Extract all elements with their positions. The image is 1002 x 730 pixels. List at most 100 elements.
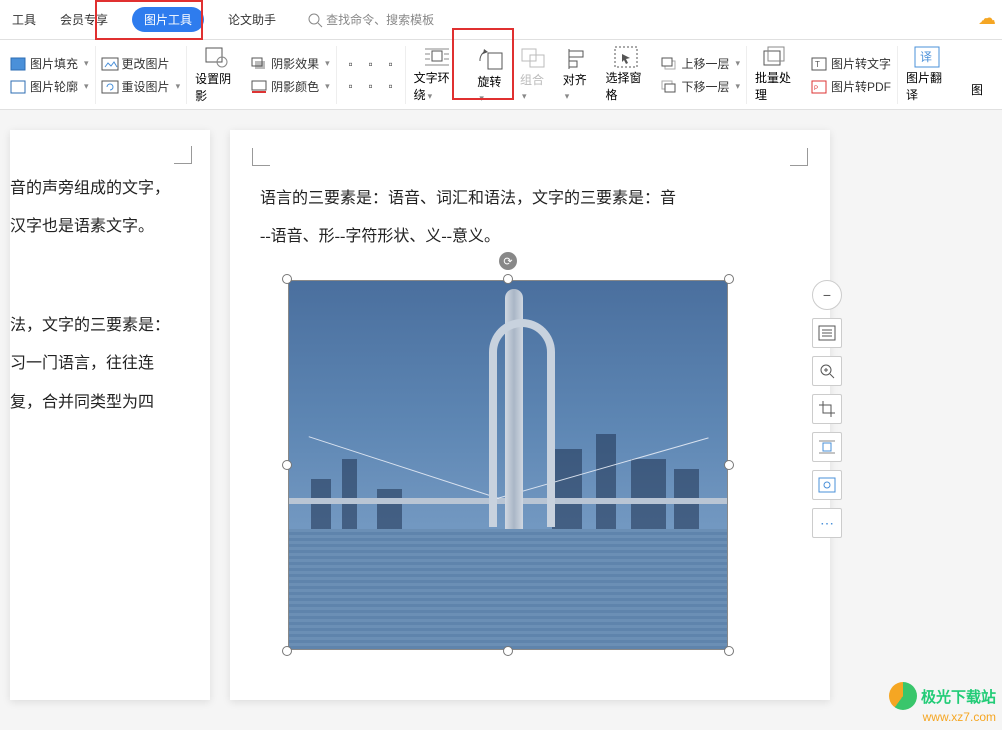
crop-tool[interactable] <box>812 394 842 424</box>
shadow-color-button[interactable]: 阴影颜色 <box>251 78 330 95</box>
resize-handle-tl[interactable] <box>282 274 292 284</box>
watermark-name: 极光下载站 <box>921 686 996 707</box>
picture-translate-button[interactable]: 译 图片翻译 <box>898 46 956 104</box>
align-icon <box>563 48 589 69</box>
to-text-icon: T <box>811 56 827 72</box>
resize-handle-tr[interactable] <box>724 274 734 284</box>
align-label: 对齐 <box>563 71 590 102</box>
menu-picture-tools[interactable]: 图片工具 <box>120 0 216 39</box>
resize-handle-ml[interactable] <box>282 460 292 470</box>
shadow-effect-icon <box>251 56 267 72</box>
picture-outline-button[interactable]: 图片轮廓 <box>10 78 89 95</box>
nudge-row2[interactable]: ▫▫▫ <box>343 78 399 94</box>
picture-extra-label: 图 <box>971 81 983 98</box>
right-icon: ▫ <box>383 78 399 94</box>
picture-to-pdf-button[interactable]: P 图片转PDF <box>811 78 891 95</box>
square-icon: ▫ <box>343 56 359 72</box>
batch-icon <box>763 47 789 67</box>
bring-forward-button[interactable]: 上移一层 <box>661 55 740 72</box>
text-wrap-label: 文字环绕 <box>414 69 462 103</box>
sq2-icon: ▫ <box>383 56 399 72</box>
menu-bar: 工具 会员专享 图片工具 论文助手 查找命令、搜索模板 ☁ <box>0 0 1002 40</box>
resize-handle-br[interactable] <box>724 646 734 656</box>
change-picture-button[interactable]: 更改图片 <box>102 55 181 72</box>
search-box[interactable]: 查找命令、搜索模板 <box>308 11 434 28</box>
rotate-button[interactable]: 旋转 <box>469 46 512 104</box>
fill-icon <box>10 56 26 72</box>
set-shadow-label: 设置阴影 <box>195 70 237 104</box>
menu-thesis[interactable]: 论文助手 <box>216 0 288 39</box>
selection-pane-icon <box>613 47 639 67</box>
nudge-row1[interactable]: ▫▫▫ <box>343 56 399 72</box>
reset-picture-button[interactable]: 重设图片 <box>102 78 181 95</box>
text-line: 汉字也是语素文字。 <box>10 208 200 246</box>
selected-image[interactable]: ⟳ <box>278 270 738 660</box>
send-backward-button[interactable]: 下移一层 <box>661 78 740 95</box>
wrap-tool[interactable] <box>812 432 842 462</box>
text-line: 音的声旁组成的文字， <box>10 170 200 208</box>
left-icon: ▫ <box>343 78 359 94</box>
picture-fill-button[interactable]: 图片填充 <box>10 55 89 72</box>
translate-label: 图片翻译 <box>906 69 948 103</box>
text-line: 法，文字的三要素是： <box>10 307 200 345</box>
shadow-settings-icon <box>203 46 229 68</box>
ribbon-toolbar: 图片填充 图片轮廓 更改图片 重设图片 设置阴影 阴影效果 阴影颜色 ▫▫▫ <box>0 40 1002 110</box>
reset-picture-icon <box>102 79 118 95</box>
send-backward-icon <box>661 79 677 95</box>
text-line: 习一门语言，往往连 <box>10 345 200 383</box>
text-spacer <box>10 247 200 307</box>
page-corner-mark <box>790 148 808 166</box>
text-wrap-button[interactable]: 文字环绕 <box>406 46 470 104</box>
shadow-color-icon <box>251 79 267 95</box>
resize-handle-tm[interactable] <box>503 274 513 284</box>
batch-process-button[interactable]: 批量处理 <box>747 46 805 104</box>
up-icon: ▫ <box>363 56 379 72</box>
svg-text:译: 译 <box>920 50 932 64</box>
layout-tool[interactable] <box>812 318 842 348</box>
selection-pane-button[interactable]: 选择窗格 <box>597 46 655 104</box>
picture-to-text-button[interactable]: T 图片转文字 <box>811 55 891 72</box>
batch-label: 批量处理 <box>755 69 797 103</box>
shadow-effect-button[interactable]: 阴影效果 <box>251 55 330 72</box>
more-tool[interactable]: ⋯ <box>812 508 842 538</box>
group-button: 组合 <box>512 46 555 104</box>
to-pdf-icon: P <box>811 79 827 95</box>
group-icon <box>520 48 546 69</box>
resize-handle-bl[interactable] <box>282 646 292 656</box>
down-icon: ▫ <box>363 78 379 94</box>
watermark-url: www.xz7.com <box>889 710 996 724</box>
text-line: --语音、形--字符形状、义--意义。 <box>260 218 800 256</box>
svg-text:P: P <box>814 86 818 92</box>
set-shadow-button[interactable]: 设置阴影 <box>187 46 245 104</box>
rotate-label: 旋转 <box>477 73 504 104</box>
page-corner-mark <box>252 148 270 166</box>
floating-image-toolbar: − ⋯ <box>812 280 842 538</box>
watermark: 极光下载站 www.xz7.com <box>889 682 996 724</box>
menu-tools[interactable]: 工具 <box>0 0 48 39</box>
collapse-tool[interactable]: − <box>812 280 842 310</box>
text-line: 复，合并同类型为四 <box>10 384 200 422</box>
resize-handle-mr[interactable] <box>724 460 734 470</box>
text-wrap-icon <box>424 47 450 67</box>
menu-member[interactable]: 会员专享 <box>48 0 120 39</box>
rotate-icon <box>478 47 504 71</box>
group-label: 组合 <box>520 71 547 102</box>
rotate-handle[interactable]: ⟳ <box>499 252 517 270</box>
picture-extra-button[interactable]: 图 <box>956 46 998 104</box>
edit-tool[interactable] <box>812 470 842 500</box>
align-button[interactable]: 对齐 <box>555 46 598 104</box>
page-left: 音的声旁组成的文字， 汉字也是语素文字。 法，文字的三要素是： 习一门语言，往往… <box>10 130 210 700</box>
watermark-logo-icon <box>889 682 917 710</box>
bring-forward-icon <box>661 56 677 72</box>
resize-handle-bm[interactable] <box>503 646 513 656</box>
translate-icon: 译 <box>914 47 940 67</box>
zoom-tool[interactable] <box>812 356 842 386</box>
outline-icon <box>10 79 26 95</box>
cloud-sync-icon[interactable]: ☁ <box>978 8 996 29</box>
image-content[interactable] <box>288 280 728 650</box>
picture-extra-icon <box>964 53 990 79</box>
svg-text:T: T <box>815 60 820 69</box>
text-line: 语言的三要素是：语音、词汇和语法，文字的三要素是：音 <box>260 180 800 218</box>
selection-pane-label: 选择窗格 <box>605 69 647 103</box>
search-placeholder: 查找命令、搜索模板 <box>326 11 434 28</box>
